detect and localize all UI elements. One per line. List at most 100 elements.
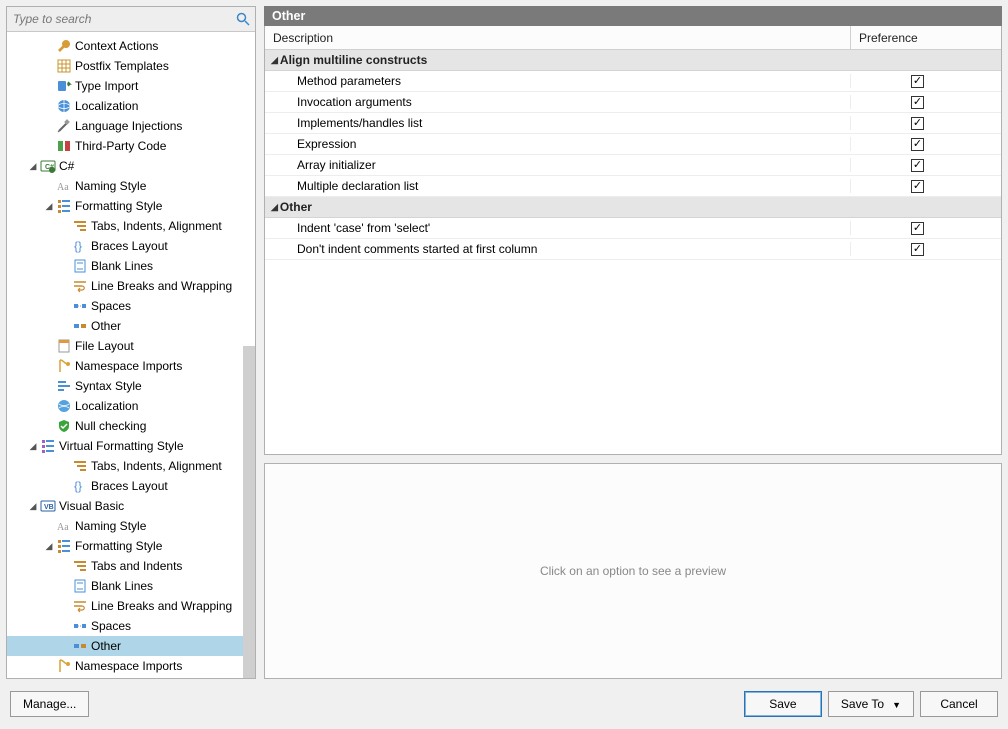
option-description: Don't indent comments started at first c… — [265, 242, 851, 256]
caret-down-icon[interactable]: ◢ — [27, 160, 39, 172]
vformat-icon — [40, 438, 56, 454]
checkbox[interactable]: ✓ — [911, 75, 924, 88]
tree-item[interactable]: ◢Spaces — [7, 616, 255, 636]
tree-item-label: Visual Basic — [59, 499, 124, 513]
tree-item[interactable]: ◢AaNaming Style — [7, 516, 255, 536]
option-row[interactable]: Method parameters✓ — [265, 71, 1001, 92]
option-row[interactable]: Array initializer✓ — [265, 155, 1001, 176]
caret-down-icon: ◢ — [271, 202, 278, 213]
tree-item-label: Third-Party Code — [75, 139, 166, 153]
tree-item-label: Spaces — [91, 299, 131, 313]
tree-item-label: File Layout — [75, 339, 134, 353]
tree-item[interactable]: ◢Syntax Style — [7, 376, 255, 396]
tree-item[interactable]: ◢Other — [7, 316, 255, 336]
checkbox[interactable]: ✓ — [911, 117, 924, 130]
option-description: Expression — [265, 137, 851, 151]
tree-item[interactable]: ◢Blank Lines — [7, 256, 255, 276]
tree-item[interactable]: ◢Blank Lines — [7, 576, 255, 596]
tabs-icon — [72, 218, 88, 234]
tree-item[interactable]: ◢Formatting Style — [7, 196, 255, 216]
option-row[interactable]: Implements/handles list✓ — [265, 113, 1001, 134]
tree-item[interactable]: ◢Namespace Imports — [7, 656, 255, 676]
checkbox[interactable]: ✓ — [911, 222, 924, 235]
checkbox[interactable]: ✓ — [911, 138, 924, 151]
tree-item[interactable]: ◢File Layout — [7, 336, 255, 356]
option-row[interactable]: Invocation arguments✓ — [265, 92, 1001, 113]
tree-item[interactable]: ◢Other — [7, 636, 255, 656]
tree-item[interactable]: ◢{}Braces Layout — [7, 236, 255, 256]
svg-text:Aa: Aa — [57, 182, 69, 193]
col-header-description[interactable]: Description — [265, 26, 851, 49]
caret-down-icon[interactable]: ◢ — [27, 440, 39, 452]
checkbox[interactable]: ✓ — [911, 243, 924, 256]
tree-item[interactable]: ◢Tabs and Indents — [7, 556, 255, 576]
tree-item[interactable]: ◢Third-Party Code — [7, 136, 255, 156]
format-icon — [56, 538, 72, 554]
tree-item[interactable]: ◢Localization — [7, 96, 255, 116]
tree-item[interactable]: ◢Line Breaks and Wrapping — [7, 596, 255, 616]
syringe-icon — [56, 118, 72, 134]
tree-item-label: Blank Lines — [91, 259, 153, 273]
tree-item-label: Namespace Imports — [75, 659, 182, 673]
bottom-bar: Manage... Save Save To▼ Cancel — [0, 679, 1008, 729]
search-icon[interactable] — [235, 11, 251, 27]
tree-item[interactable]: ◢Localization — [7, 396, 255, 416]
tree-item-label: Context Actions — [75, 39, 158, 53]
group-row[interactable]: ◢Other — [265, 197, 1001, 218]
tree-item[interactable]: ◢ Virtual Formatting Style — [7, 436, 255, 456]
tree-item[interactable]: ◢Type Import — [7, 76, 255, 96]
tree-item-label: Localization — [75, 399, 138, 413]
caret-down-icon[interactable]: ◢ — [27, 500, 39, 512]
tree-scrollbar-thumb[interactable] — [243, 346, 255, 678]
tree-item-label: Virtual Formatting Style — [59, 439, 184, 453]
thirdp-icon — [56, 138, 72, 154]
save-button[interactable]: Save — [744, 691, 822, 717]
col-header-preference[interactable]: Preference — [851, 26, 1001, 49]
tree-item[interactable]: ◢Spaces — [7, 296, 255, 316]
tree-item[interactable]: ◢Language Injections — [7, 116, 255, 136]
checkbox[interactable]: ✓ — [911, 180, 924, 193]
option-row[interactable]: Multiple declaration list✓ — [265, 176, 1001, 197]
svg-text:VB: VB — [44, 504, 54, 511]
caret-down-icon[interactable]: ◢ — [43, 540, 55, 552]
tree-item[interactable]: ◢{}Braces Layout — [7, 476, 255, 496]
tree-item[interactable]: ◢Postfix Templates — [7, 56, 255, 76]
lang-vb-icon: VB — [40, 498, 56, 514]
left-panel: ◢Context Actions◢Postfix Templates◢Type … — [6, 6, 256, 679]
tree-item[interactable]: ◢Tabs, Indents, Alignment — [7, 456, 255, 476]
preview-hint: Click on an option to see a preview — [540, 564, 726, 578]
tree-item[interactable]: ◢ VB Visual Basic — [7, 496, 255, 516]
naming-icon: Aa — [56, 178, 72, 194]
option-row[interactable]: Indent 'case' from 'select'✓ — [265, 218, 1001, 239]
save-to-button[interactable]: Save To▼ — [828, 691, 914, 717]
tree-item-label: Naming Style — [75, 179, 146, 193]
tree-item[interactable]: ◢Context Actions — [7, 36, 255, 56]
tree-item-label: Other — [91, 319, 121, 333]
tree-item-label: Other — [91, 639, 121, 653]
tree-item[interactable]: ◢Namespace Imports — [7, 356, 255, 376]
option-preference-cell: ✓ — [851, 96, 1001, 109]
tree-item[interactable]: ◢Null checking — [7, 416, 255, 436]
tree-item-label: Null checking — [75, 419, 146, 433]
checkbox[interactable]: ✓ — [911, 159, 924, 172]
tree-item-label: Syntax Style — [75, 379, 142, 393]
tree-item[interactable]: ◢Line Breaks and Wrapping — [7, 276, 255, 296]
tree-item[interactable]: ◢AaNaming Style — [7, 176, 255, 196]
cancel-button[interactable]: Cancel — [920, 691, 998, 717]
ns-icon — [56, 358, 72, 374]
option-row[interactable]: Don't indent comments started at first c… — [265, 239, 1001, 260]
options-tree[interactable]: ◢Context Actions◢Postfix Templates◢Type … — [7, 32, 255, 678]
checkbox[interactable]: ✓ — [911, 96, 924, 109]
shield-icon — [56, 418, 72, 434]
search-input[interactable] — [7, 7, 255, 31]
tree-item[interactable]: ◢Tabs, Indents, Alignment — [7, 216, 255, 236]
wrench-icon — [56, 38, 72, 54]
tree-item[interactable]: ◢C#C# — [7, 156, 255, 176]
caret-down-icon[interactable]: ◢ — [43, 200, 55, 212]
tree-item-label: Namespace Imports — [75, 359, 182, 373]
option-row[interactable]: Expression ✓ — [265, 134, 1001, 155]
tree-item[interactable]: ◢Formatting Style — [7, 536, 255, 556]
manage-button[interactable]: Manage... — [10, 691, 89, 717]
group-row[interactable]: ◢Align multiline constructs — [265, 50, 1001, 71]
svg-text:Aa: Aa — [57, 522, 69, 533]
